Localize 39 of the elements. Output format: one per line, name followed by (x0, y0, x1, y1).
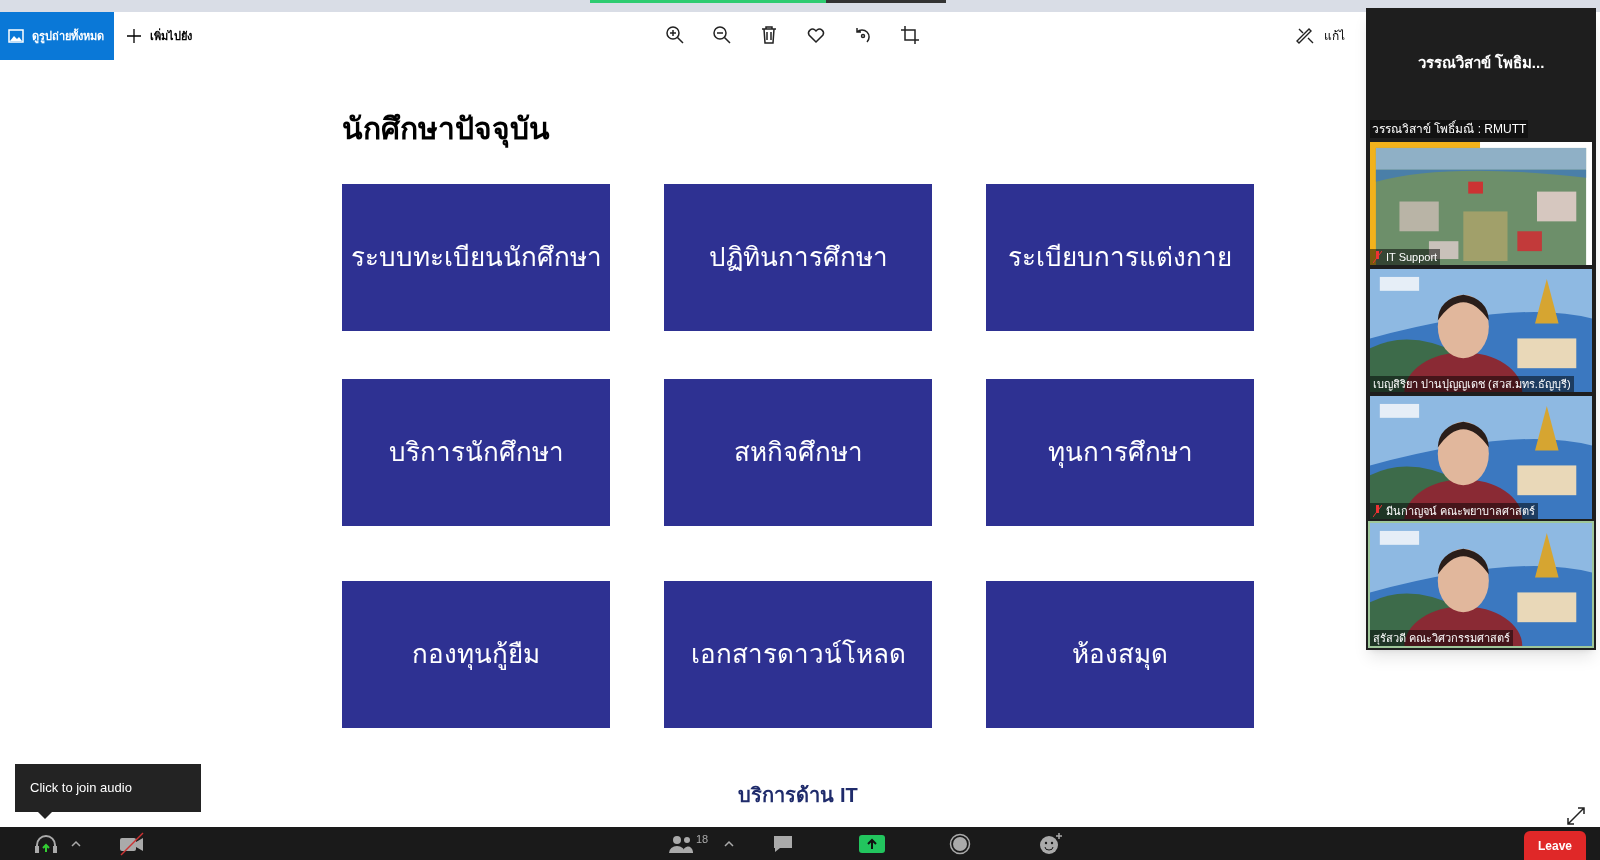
menu-tile[interactable]: กองทุนกู้ยืม (342, 581, 610, 728)
plus-icon (126, 28, 142, 44)
menu-tile[interactable]: ทุนการศึกษา (986, 379, 1254, 526)
leave-button[interactable]: Leave (1523, 831, 1586, 860)
menu-tile[interactable]: เอกสารดาวน์โหลด (664, 581, 932, 728)
caret-icon[interactable] (71, 839, 81, 848)
share-label: วรรณวิสาข์ โพธิ์มณี : RMUTT (1370, 120, 1529, 138)
menu-tile[interactable]: ระเบียบการแต่งกาย (986, 184, 1254, 331)
section-heading: บริการด้าน IT (738, 783, 858, 808)
participant-name: เบญสิริยา ปานปุญญเดช (สวส.มทร.ธัญบุรี) (1373, 376, 1571, 392)
reaction-icon[interactable] (1039, 831, 1064, 856)
caret-icon[interactable] (724, 839, 735, 848)
menu-tile[interactable]: บริการนักศึกษา (342, 379, 610, 526)
menu-tile[interactable]: ปฏิทินการศึกษา (664, 184, 932, 331)
menu-tile[interactable]: ห้องสมุด (986, 581, 1254, 728)
toolbar-button[interactable]: ดูรูปถ่ายทั้งหมด (0, 12, 114, 60)
toolbar-button[interactable]: เพิ่มไปยัง (114, 12, 204, 60)
expand-icon[interactable] (1565, 805, 1587, 827)
zoom-out-icon[interactable] (711, 24, 733, 46)
share-screen-icon[interactable] (859, 834, 886, 853)
image-icon (8, 29, 24, 43)
tooltip-text: Click to join audio (30, 779, 132, 798)
record-icon[interactable] (949, 832, 972, 855)
video-off-icon[interactable] (119, 831, 145, 856)
participant-name: สุรัสวดี คณะวิศวกรรมศาสตร์ (1373, 630, 1511, 646)
edit-label[interactable]: แก้ไ (1324, 27, 1345, 45)
chat-icon[interactable] (772, 833, 795, 854)
menu-tile[interactable]: สหกิจศึกษา (664, 379, 932, 526)
menu-tile[interactable]: ระบบทะเบียนนักศึกษา (342, 184, 610, 331)
edit-icon[interactable] (1296, 26, 1316, 46)
participant-name: IT Support (1386, 249, 1438, 265)
participant-name: มีนกาญจน์ คณะพยาบาลศาสตร์ (1386, 503, 1536, 519)
slide-title: นักศึกษาปัจจุบัน (342, 106, 1300, 152)
headphones-icon[interactable] (33, 832, 59, 855)
speaker-name: วรรณวิสาข์ โพธิม... (1417, 52, 1545, 73)
crop-icon[interactable] (899, 24, 921, 46)
participant-count: 18 (696, 832, 709, 848)
participants-icon[interactable] (668, 833, 694, 854)
zoom-in-icon[interactable] (664, 24, 686, 46)
